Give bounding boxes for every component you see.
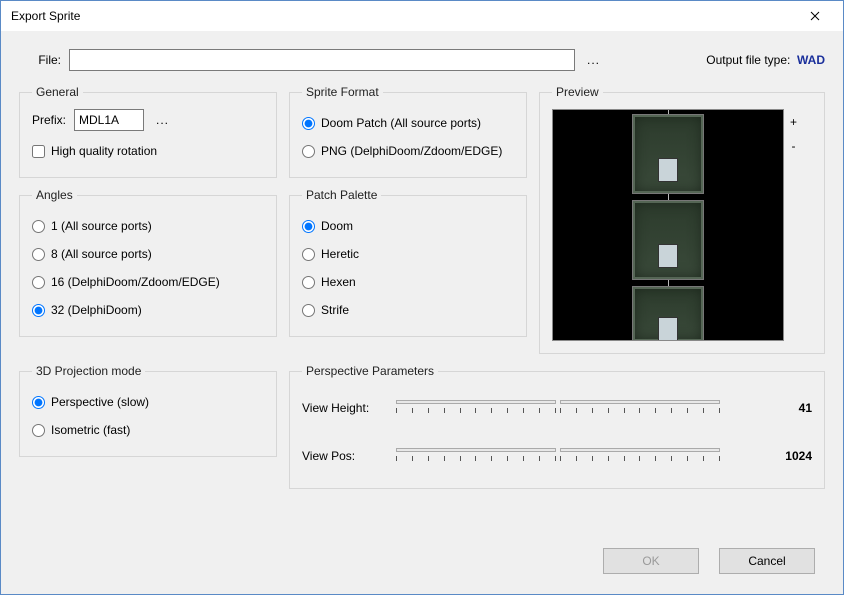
proj-perspective[interactable]: Perspective (slow)	[32, 388, 264, 416]
file-input[interactable]	[69, 49, 575, 71]
projection-group: 3D Projection mode Perspective (slow) Is…	[19, 364, 277, 457]
angles-32[interactable]: 32 (DelphiDoom)	[32, 296, 264, 324]
view-height-label: View Height:	[302, 401, 388, 415]
ok-button[interactable]: OK	[603, 548, 699, 574]
angles-1[interactable]: 1 (All source ports)	[32, 212, 264, 240]
general-group: General Prefix: ... High quality rotatio…	[19, 85, 277, 178]
perspective-group: Perspective Parameters View Height: 41 V…	[289, 364, 825, 489]
close-icon	[810, 11, 820, 21]
palette-heretic[interactable]: Heretic	[302, 240, 514, 268]
preview-group: Preview + -	[539, 85, 825, 354]
view-height-slider-coarse[interactable]	[396, 396, 556, 420]
zoom-out-button[interactable]: -	[792, 139, 796, 153]
proj-isometric[interactable]: Isometric (fast)	[32, 416, 264, 444]
view-pos-label: View Pos:	[302, 449, 388, 463]
hq-rotation-checkbox[interactable]: High quality rotation	[32, 137, 264, 165]
angles-8[interactable]: 8 (All source ports)	[32, 240, 264, 268]
view-pos-value: 1024	[766, 449, 812, 463]
angles-16[interactable]: 16 (DelphiDoom/Zdoom/EDGE)	[32, 268, 264, 296]
view-height-value: 41	[766, 401, 812, 415]
palette-group: Patch Palette Doom Heretic Hexen Strife	[289, 188, 527, 337]
cancel-button[interactable]: Cancel	[719, 548, 815, 574]
angles-group: Angles 1 (All source ports) 8 (All sourc…	[19, 188, 277, 337]
window-title: Export Sprite	[11, 9, 795, 23]
palette-hexen[interactable]: Hexen	[302, 268, 514, 296]
prefix-label: Prefix:	[32, 113, 66, 127]
view-height-slider-fine[interactable]	[560, 396, 720, 420]
export-sprite-dialog: Export Sprite File: ... Output file type…	[0, 0, 844, 595]
format-png[interactable]: PNG (DelphiDoom/Zdoom/EDGE)	[302, 137, 514, 165]
sprite-format-group: Sprite Format Doom Patch (All source por…	[289, 85, 527, 178]
file-label: File:	[23, 53, 61, 67]
view-pos-slider-coarse[interactable]	[396, 444, 556, 468]
view-pos-slider-fine[interactable]	[560, 444, 720, 468]
close-button[interactable]	[795, 2, 835, 30]
titlebar: Export Sprite	[1, 1, 843, 31]
format-doompatch[interactable]: Doom Patch (All source ports)	[302, 109, 514, 137]
file-browse-button[interactable]: ...	[583, 53, 604, 67]
prefix-input[interactable]	[74, 109, 144, 131]
file-row: File: ... Output file type: WAD	[23, 49, 825, 71]
palette-strife[interactable]: Strife	[302, 296, 514, 324]
output-type-value: WAD	[797, 53, 825, 67]
prefix-browse-button[interactable]: ...	[152, 113, 173, 127]
zoom-in-button[interactable]: +	[790, 115, 797, 129]
palette-doom[interactable]: Doom	[302, 212, 514, 240]
preview-canvas	[552, 109, 784, 341]
output-type: Output file type: WAD	[706, 53, 825, 67]
